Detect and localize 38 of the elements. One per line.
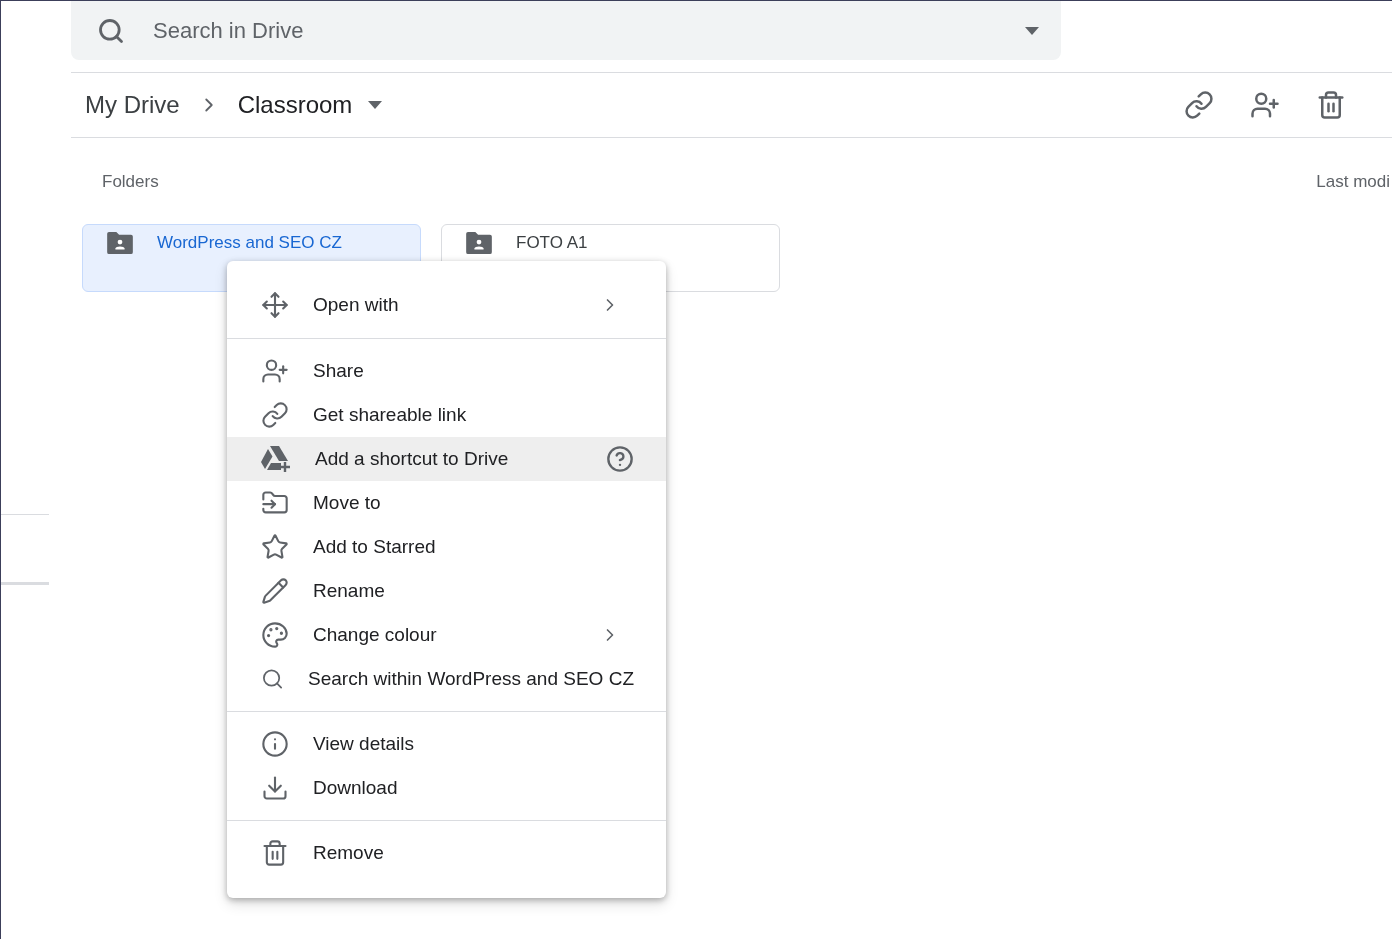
folders-heading: Folders [102, 172, 159, 192]
caret-icon[interactable] [1025, 26, 1039, 35]
current-folder[interactable]: Classroom [237, 91, 353, 119]
folder-name: WordPress and SEO CZ [157, 233, 342, 253]
menu-item[interactable]: Add to Starred [227, 525, 666, 569]
menu-item-icon [261, 839, 289, 867]
shared-folder-icon [466, 232, 492, 254]
sort-label[interactable]: Last modi [1316, 172, 1390, 192]
link-icon[interactable] [1184, 90, 1214, 120]
menu-item[interactable]: Remove [227, 831, 666, 875]
menu-item[interactable]: Get shareable link [227, 393, 666, 437]
menu-item-icon [261, 577, 289, 605]
menu-item[interactable]: Add a shortcut to Drive [227, 437, 666, 481]
menu-item-icon [261, 401, 289, 429]
menu-item[interactable]: Search within WordPress and SEO CZ [227, 657, 666, 701]
menu-item-icon [261, 533, 289, 561]
menu-item[interactable]: Change colour [227, 613, 666, 657]
search-field[interactable]: Search in Drive [71, 1, 1061, 60]
menu-item[interactable]: Download [227, 766, 666, 810]
menu-item[interactable]: Rename [227, 569, 666, 613]
search-icon[interactable] [97, 16, 125, 45]
add-person-icon[interactable] [1250, 90, 1280, 120]
caret-icon[interactable] [368, 101, 383, 109]
menu-item-icon [261, 621, 289, 649]
menu-item[interactable]: Move to [227, 481, 666, 525]
menu-item[interactable]: Share [227, 349, 666, 393]
shared-folder-icon [107, 232, 133, 254]
menu-item-icon [261, 291, 289, 319]
breadcrumb-link[interactable]: My Drive [85, 91, 180, 119]
folder-name: FOTO A1 [516, 233, 588, 253]
search-input[interactable]: Search in Drive [151, 16, 999, 45]
menu-item-icon [261, 774, 289, 802]
menu-item[interactable]: View details [227, 722, 666, 766]
trash-icon[interactable] [1316, 90, 1346, 120]
drive-add-icon [261, 445, 291, 473]
help-icon[interactable] [606, 445, 634, 473]
menu-item-icon [261, 357, 289, 385]
menu-item-icon [261, 730, 289, 758]
